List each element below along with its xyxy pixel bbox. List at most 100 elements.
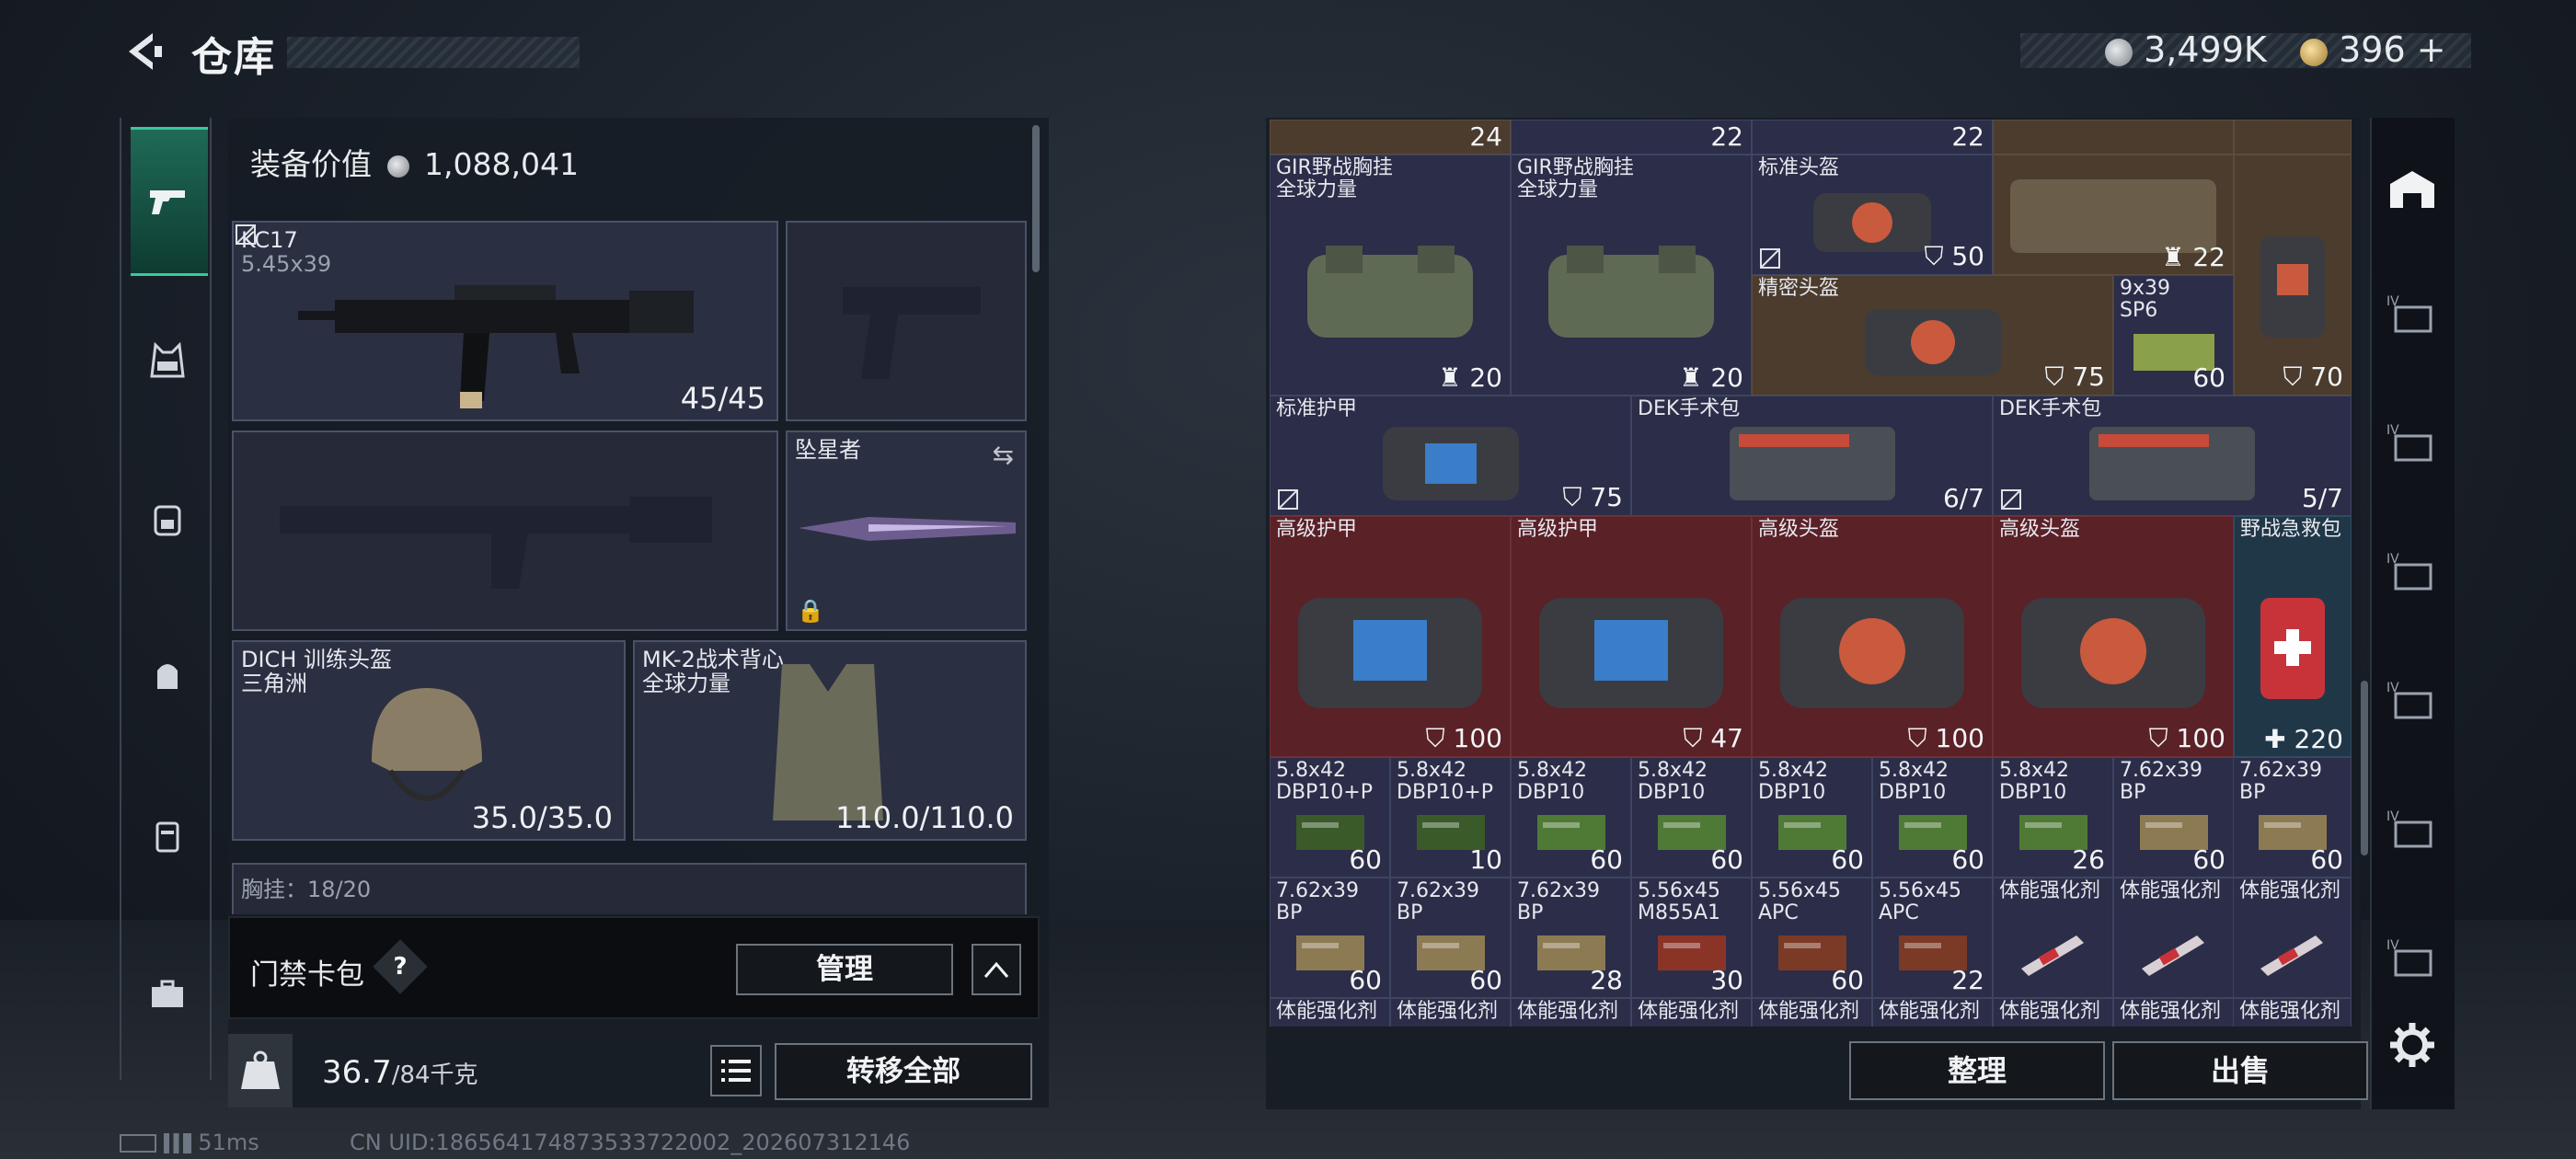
grid-item[interactable]: 7.62x39 BP 60 (1270, 878, 1390, 998)
storage-tab-icon[interactable]: IV (2379, 539, 2445, 605)
grid-item[interactable]: 体能强化剂 (1511, 998, 1631, 1027)
grid-item[interactable]: ⛉ 70 (2234, 155, 2352, 396)
list-icon[interactable] (710, 1045, 762, 1096)
grid-item[interactable]: 高级头盔 ⛉ 100 (1752, 516, 1993, 757)
transfer-all-button[interactable]: 转移全部 (775, 1043, 1032, 1100)
grid-item[interactable]: 7.62x39 BP 60 (1390, 878, 1511, 998)
helmet-slot[interactable]: DICH 训练头盔 三角洲 35.0/35.0 (232, 640, 626, 841)
storage-tab-icon[interactable]: IV (2379, 668, 2445, 734)
grid-item[interactable]: 5.8x42 DBP10 60 (1511, 757, 1631, 878)
grid-item[interactable]: 体能强化剂 (1872, 998, 1993, 1027)
grid-item[interactable]: 精密头盔 ⛉ 75 (1752, 275, 2113, 396)
grid-item[interactable] (2234, 120, 2352, 155)
grid-item[interactable]: 5.8x42 DBP10 60 (1631, 757, 1752, 878)
help-icon[interactable]: ? (373, 939, 428, 994)
chevron-up-icon[interactable] (972, 944, 1021, 995)
grid-item[interactable]: 7.62x39 BP 60 (2233, 757, 2352, 878)
grid-item[interactable]: 5.8x42 DBP10+P 10 (1390, 757, 1511, 878)
grid-item[interactable]: 22 (1752, 120, 1993, 155)
armor-durability: 110.0/110.0 (835, 800, 1014, 835)
grid-item[interactable]: 体能强化剂 (1390, 998, 1511, 1027)
grid-item[interactable]: 高级护甲 ⛉ 47 (1511, 516, 1752, 757)
secondary-weapon-slot[interactable] (232, 430, 778, 631)
grid-item[interactable]: 7.62x39 BP 60 (2113, 757, 2234, 878)
manage-button[interactable]: 管理 (736, 944, 953, 995)
swap-icon[interactable]: ⇆ (993, 440, 1014, 470)
grid-item[interactable]: 5.8x42 DBP10 60 (1752, 757, 1872, 878)
grid-item[interactable]: 高级护甲 ⛉ 100 (1270, 516, 1511, 757)
currency-gold[interactable]: 396 + (2300, 29, 2446, 70)
grid-item[interactable]: 体能强化剂 (2113, 998, 2234, 1027)
grid-item[interactable]: 9x39 SP6 60 (2113, 275, 2234, 396)
grid-item[interactable]: 体能强化剂 (1993, 878, 2113, 998)
grid-item[interactable]: 5.8x42 DBP10+P 60 (1270, 757, 1390, 878)
storage-tab-icon[interactable]: IV (2379, 797, 2445, 863)
sort-button[interactable]: 整理 (1849, 1041, 2105, 1100)
carry-weight-max: /84千克 (391, 1061, 478, 1089)
loadout-scrollbar[interactable] (1032, 125, 1040, 272)
warehouse-home-icon[interactable] (2379, 156, 2445, 223)
grid-item[interactable]: 5.8x42 DBP10 60 (1872, 757, 1993, 878)
pouch-icon[interactable] (131, 638, 204, 712)
grid-item[interactable]: 5.56x45 APC 60 (1752, 878, 1872, 998)
grid-item[interactable]: DEK手术包 6/7 (1631, 396, 1993, 516)
item-name: 7.62x39 BP (1397, 880, 1479, 924)
item-name: 体能强化剂 (1397, 1000, 1499, 1023)
grid-item[interactable]: GIR野战胸挂 全球力量 ♜ 20 (1511, 155, 1752, 396)
grid-item[interactable]: ♜ 22 (1993, 155, 2234, 275)
item-name: 体能强化剂 (2239, 1000, 2341, 1023)
grid-item[interactable]: 野战急救包 ✚ 220 (2234, 516, 2352, 757)
storage-tab-icon[interactable]: IV (2379, 410, 2445, 476)
sell-button[interactable]: 出售 (2112, 1041, 2368, 1100)
item-name: 体能强化剂 (2239, 880, 2340, 902)
back-arrow-icon[interactable] (118, 28, 166, 75)
item-count-value: 20 (1710, 362, 1743, 393)
gear-icon[interactable] (2386, 1019, 2438, 1071)
ping-value: 51ms (198, 1130, 259, 1155)
storage-tab-icon[interactable]: IV (2379, 925, 2445, 992)
injector-image (2020, 935, 2084, 976)
item-count: ♜ 20 (1679, 362, 1743, 393)
grid-item[interactable]: 体能强化剂 (1993, 998, 2113, 1027)
item-name: 5.56x45 APC (1758, 880, 1841, 924)
grid-item[interactable]: 7.62x39 BP 28 (1511, 878, 1631, 998)
primary-weapon-slot[interactable]: KC17 5.45x39 45/45 (232, 221, 778, 421)
grid-item[interactable]: 5.56x45 M855A1 30 (1631, 878, 1752, 998)
grid-item[interactable]: 体能强化剂 (2113, 878, 2234, 998)
grid-item[interactable]: 体能强化剂 (2233, 998, 2352, 1027)
chest-rig-slot-partial[interactable]: 胸挂：18/20 (232, 863, 1027, 914)
grid-item[interactable]: 标准头盔 ⛉ 50 (1752, 155, 1993, 275)
add-currency-icon[interactable]: + (2417, 29, 2446, 70)
item-count: 22 (1710, 121, 1743, 152)
grid-item[interactable]: 22 (1511, 120, 1752, 155)
grid-item[interactable]: 体能强化剂 (2233, 878, 2352, 998)
storage-tab-icon[interactable]: IV (2379, 281, 2445, 348)
grid-item[interactable]: DEK手术包 5/7 (1993, 396, 2352, 516)
item-name-line1: 体能强化剂 (2239, 879, 2341, 902)
grid-item[interactable]: GIR野战胸挂 全球力量 ♜ 20 (1270, 155, 1511, 396)
item-name: 高级头盔 (1999, 518, 2081, 541)
melee-slot[interactable]: 坠星者 ⇆ 🔒 (786, 430, 1027, 631)
grid-item[interactable]: 体能强化剂 (1270, 998, 1390, 1027)
pistol-icon[interactable] (131, 164, 204, 237)
backpack-icon[interactable] (131, 482, 204, 556)
grid-item[interactable]: 24 (1270, 120, 1511, 155)
armor-slot[interactable]: MK-2战术背心 全球力量 110.0/110.0 (633, 640, 1027, 841)
item-name: GIR野战胸挂 (1276, 156, 1393, 179)
item-count-value: 70 (2310, 361, 2343, 392)
grid-item[interactable]: 体能强化剂 (1752, 998, 1872, 1027)
grid-item[interactable]: 高级头盔 ⛉ 100 (1993, 516, 2234, 757)
case-icon[interactable] (131, 798, 204, 872)
grid-scrollbar[interactable] (2361, 681, 2368, 855)
grid-item[interactable]: 5.8x42 DBP10 26 (1993, 757, 2113, 878)
grid-item[interactable]: 5.56x45 APC 22 (1872, 878, 1993, 998)
toolbox-icon[interactable] (131, 957, 204, 1030)
sidearm-slot[interactable] (786, 221, 1027, 421)
grid-item[interactable] (1993, 120, 2234, 155)
grid-item[interactable]: 标准护甲 ⛉ 75 (1270, 396, 1631, 516)
chest-rig-icon[interactable] (131, 324, 204, 397)
grid-item[interactable]: 体能强化剂 (1631, 998, 1752, 1027)
item-count: ⛉ 100 (1907, 723, 1984, 753)
item-name-line1: 7.62x39 (2239, 759, 2322, 782)
item-count: 60 (1831, 965, 1864, 995)
